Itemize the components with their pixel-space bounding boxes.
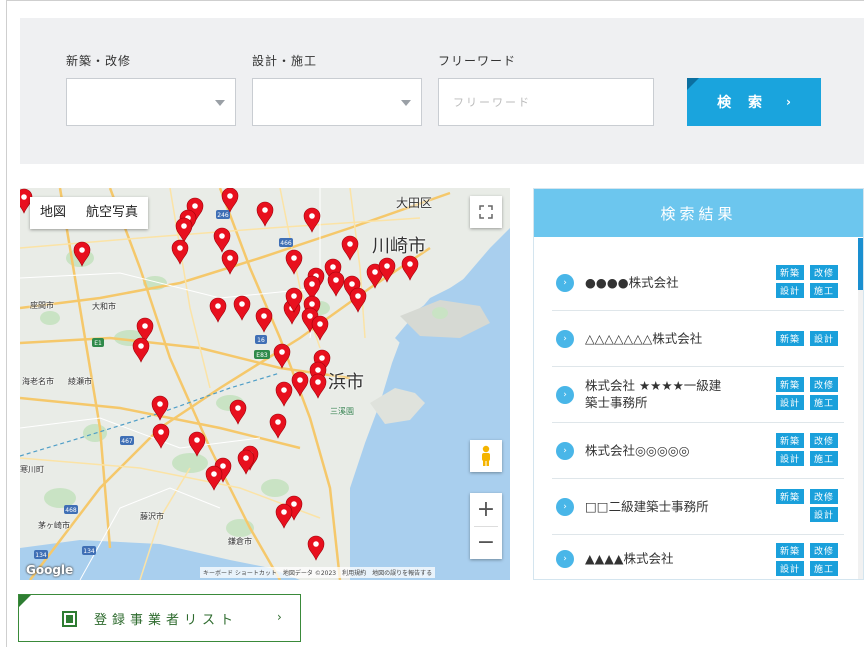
road-shield: 16: [257, 337, 265, 344]
map-label-chigasaki: 茅ヶ崎市: [38, 521, 70, 530]
scrollbar-thumb[interactable]: [858, 238, 863, 290]
map-label-kamakura: 鎌倉市: [228, 537, 252, 546]
result-item[interactable]: › □□二級建築士事務所 新築 改修 設計: [552, 479, 844, 535]
map-label-sankeien: 三溪園: [330, 407, 354, 416]
company-name[interactable]: 株式会社◎◎◎◎◎: [585, 442, 690, 459]
registered-list-label: 登録事業者リスト: [94, 613, 239, 628]
chevron-right-icon: ›: [556, 386, 574, 404]
company-name[interactable]: ●●●●株式会社: [585, 274, 679, 291]
road-shield: E83: [256, 352, 268, 359]
zoom-out-button[interactable]: −: [470, 526, 502, 559]
road-shield: 467: [121, 438, 133, 445]
search-results-panel: 検索結果 › ●●●●株式会社 新築 改修 設計 施工 › △△△△△△△株式会…: [533, 188, 864, 580]
search-button[interactable]: 検 索 ›: [687, 78, 821, 126]
button-corner-decoration: [687, 78, 699, 90]
company-name-line2[interactable]: 築士事務所: [585, 394, 648, 411]
new-renovation-label: 新築・改修: [66, 54, 132, 68]
map-label-ayase: 綾瀬市: [68, 377, 92, 386]
road-shield: E1: [94, 340, 102, 347]
tag-construction: 施工: [810, 561, 838, 576]
chevron-right-icon: ›: [785, 95, 791, 109]
chevron-down-icon: [215, 100, 225, 106]
tab-map[interactable]: 地図: [30, 197, 76, 229]
design-construction-select[interactable]: [252, 78, 422, 126]
tag-construction: 施工: [810, 283, 838, 298]
results-scrollbar[interactable]: [858, 238, 863, 579]
result-item[interactable]: › ●●●●株式会社 新築 改修 設計 施工: [552, 256, 844, 311]
map-view[interactable]: 246 466 16 E83 E1 467 134 134 468 大田区 川崎…: [20, 188, 510, 580]
map-label-yokohama: 浜市: [328, 372, 364, 393]
zoom-control: + −: [470, 493, 502, 559]
road-shield: 134: [83, 548, 95, 555]
tag-new: 新築: [776, 543, 804, 558]
excel-file-icon: [62, 611, 77, 627]
company-name[interactable]: △△△△△△△株式会社: [585, 330, 702, 347]
fullscreen-icon: [479, 205, 493, 219]
map-label-fujisawa: 藤沢市: [140, 512, 164, 521]
map-base: 246 466 16 E83 E1 467 134 134 468: [20, 188, 510, 580]
chevron-right-icon: ›: [556, 274, 574, 292]
map-attribution[interactable]: キーボード ショートカット 地図データ ©2023 利用規約 地図の誤りを報告す…: [200, 567, 436, 578]
tag-new: 新築: [776, 331, 804, 346]
result-item[interactable]: › 株式会社 ★★★★一級建 築士事務所 新築 改修 設計 施工: [552, 367, 844, 423]
tag-new: 新築: [776, 433, 804, 448]
company-name-line1[interactable]: 株式会社 ★★★★一級建: [585, 377, 721, 394]
road-shield: 246: [217, 212, 229, 219]
tag-renovation: 改修: [810, 433, 838, 448]
company-name[interactable]: □□二級建築士事務所: [585, 498, 709, 515]
tag-renovation: 改修: [810, 543, 838, 558]
tag-renovation: 改修: [810, 489, 838, 504]
design-construction-label: 設計・施工: [252, 54, 318, 68]
tag-renovation: 改修: [810, 377, 838, 392]
tag-design: 設計: [810, 507, 838, 522]
company-name[interactable]: ▲▲▲▲株式会社: [585, 550, 673, 567]
tag-new: 新築: [776, 377, 804, 392]
button-corner-decoration: [19, 595, 31, 607]
results-header: 検索結果: [534, 189, 863, 237]
tag-new: 新築: [776, 265, 804, 280]
tag-construction: 施工: [810, 451, 838, 466]
result-item[interactable]: › ▲▲▲▲株式会社 新築 改修 設計 施工: [552, 535, 844, 579]
search-panel: 新築・改修 設計・施工 フリーワード 検 索 ›: [20, 18, 864, 164]
chevron-right-icon: ›: [556, 498, 574, 516]
search-button-label: 検 索: [717, 95, 768, 111]
map-label-ebina: 海老名市: [22, 377, 54, 386]
map-label-kawasaki: 川崎市: [372, 236, 426, 257]
street-view-button[interactable]: [470, 440, 502, 472]
tag-construction: 施工: [810, 395, 838, 410]
tab-satellite[interactable]: 航空写真: [76, 197, 148, 229]
tag-design: 設計: [776, 283, 804, 298]
google-logo: Google: [26, 563, 74, 577]
freeword-input[interactable]: [438, 78, 654, 126]
freeword-label: フリーワード: [438, 54, 517, 68]
registered-business-list-button[interactable]: 登録事業者リスト ›: [18, 594, 301, 642]
tag-renovation: 改修: [810, 265, 838, 280]
map-label-zama: 座間市: [30, 301, 54, 310]
map-label-samukawa: 寒川町: [20, 465, 44, 474]
map-label-yamato: 大和市: [92, 302, 116, 311]
fullscreen-button[interactable]: [470, 196, 502, 228]
map-type-toggle: 地図 航空写真: [30, 197, 149, 229]
tag-design: 設計: [776, 451, 804, 466]
tag-design: 設計: [776, 561, 804, 576]
result-item[interactable]: › △△△△△△△株式会社 新築 設計: [552, 311, 844, 367]
chevron-down-icon: [401, 100, 411, 106]
tag-design: 設計: [810, 331, 838, 346]
zoom-in-button[interactable]: +: [470, 493, 502, 526]
result-item[interactable]: › 株式会社◎◎◎◎◎ 新築 改修 設計 施工: [552, 423, 844, 479]
chevron-right-icon: ›: [277, 610, 282, 624]
road-shield: 468: [65, 507, 77, 514]
new-renovation-select[interactable]: [66, 78, 236, 126]
road-shield: 466: [280, 240, 292, 247]
chevron-right-icon: ›: [556, 550, 574, 568]
zoom-divider: [474, 526, 498, 527]
chevron-right-icon: ›: [556, 442, 574, 460]
pegman-icon: [482, 445, 490, 466]
tag-design: 設計: [776, 395, 804, 410]
road-shield: 134: [35, 552, 47, 559]
results-list: › ●●●●株式会社 新築 改修 設計 施工 › △△△△△△△株式会社 新築 …: [534, 238, 856, 579]
chevron-right-icon: ›: [556, 330, 574, 348]
map-label-ota: 大田区: [396, 196, 433, 210]
tag-new: 新築: [776, 489, 804, 504]
